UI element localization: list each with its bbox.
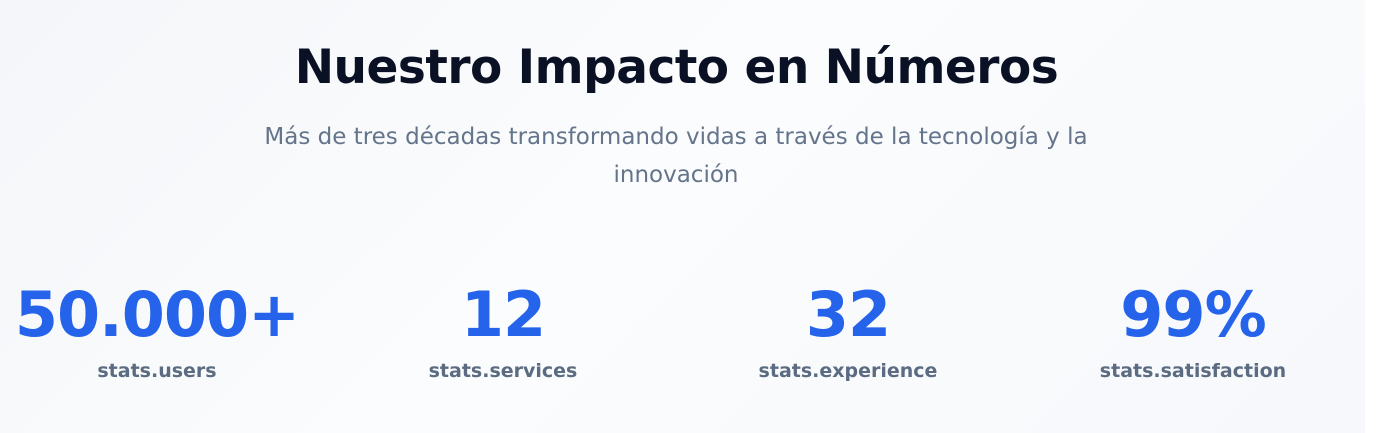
impact-stats-section: Nuestro Impacto en Números Más de tres d… <box>0 0 1365 433</box>
page-edge <box>1365 0 1387 433</box>
stat-services: 12 stats.services <box>343 278 663 384</box>
stat-users: 50.000+ stats.users <box>0 278 317 384</box>
stat-services-label: stats.services <box>428 360 578 382</box>
stat-experience-label: stats.experience <box>758 360 938 382</box>
stat-users-label: stats.users <box>97 360 217 382</box>
stat-users-value: 50.000+ <box>14 278 300 351</box>
section-title: Nuestro Impacto en Números <box>294 40 1059 95</box>
stat-experience: 32 stats.experience <box>688 278 1008 384</box>
stat-experience-value: 32 <box>805 278 891 351</box>
stat-satisfaction-value: 99% <box>1120 278 1266 351</box>
stat-satisfaction-label: stats.satisfaction <box>1099 360 1287 382</box>
stat-satisfaction: 99% stats.satisfaction <box>1033 278 1353 384</box>
stat-services-value: 12 <box>460 278 546 351</box>
section-subtitle: Más de tres décadas transformando vidas … <box>264 124 1088 188</box>
